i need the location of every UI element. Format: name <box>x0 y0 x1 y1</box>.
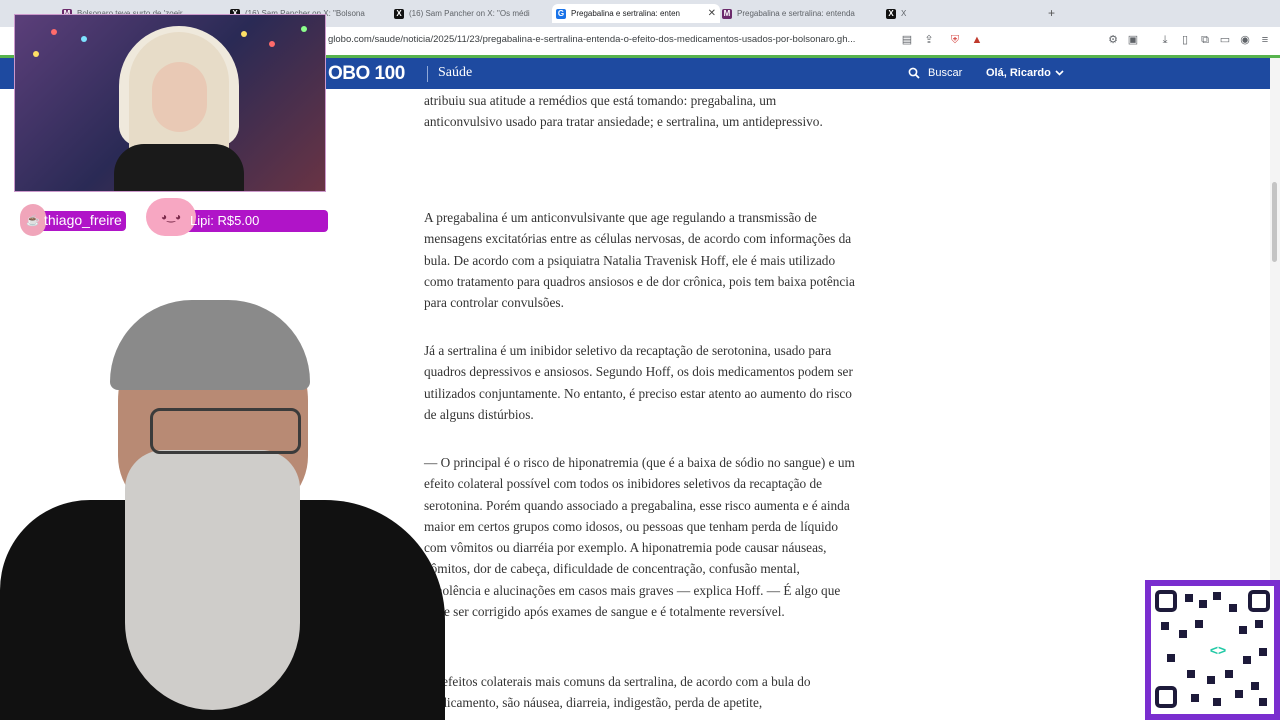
browser-tab[interactable]: X X <box>886 4 926 23</box>
search-icon <box>908 67 920 79</box>
article-paragraph: Os efeitos colaterais mais comuns da ser… <box>424 674 811 711</box>
scrollbar-thumb[interactable] <box>1272 182 1277 262</box>
wallet-icon[interactable]: ▭ <box>1218 33 1232 47</box>
url-field[interactable]: globo.com/saude/noticia/2025/11/23/prega… <box>328 34 855 45</box>
reader-icon[interactable]: ▤ <box>900 33 914 47</box>
screenshot-icon[interactable]: ⧉ <box>1198 33 1212 47</box>
webcam-overlay-host <box>0 300 445 720</box>
extensions-icon[interactable]: ⚙ <box>1106 33 1120 47</box>
alert-donation-text: Lipi: R$5.00 <box>190 213 260 228</box>
stream-alert-follower: ☕ thiago_freire <box>20 204 128 236</box>
share-icon[interactable]: ⇪ <box>922 33 936 47</box>
section-title[interactable]: Saúde <box>438 65 472 81</box>
search-label: Buscar <box>928 67 963 79</box>
browser-tab[interactable]: X (16) Sam Pancher on X: "Os médi <box>394 4 544 23</box>
user-menu[interactable]: Olá, Ricardo <box>986 67 1064 79</box>
code-brackets-icon: <> <box>1209 642 1227 658</box>
article-paragraph: — O principal é o risco de hiponatremia … <box>424 455 855 620</box>
tab-label: Pregabalina e sertralina: enten <box>571 9 680 18</box>
tab-label: (16) Sam Pancher on X: "Os médi <box>409 9 530 18</box>
alert-username: thiago_freire <box>44 212 122 228</box>
browser-tab[interactable]: M Pregabalina e sertralina: entenda <box>722 4 872 23</box>
mascot-icon: ◕‿◕ <box>146 198 196 236</box>
logo-divider <box>427 66 428 82</box>
qr-code: <> <box>1145 580 1280 720</box>
new-tab-button[interactable]: + <box>1048 6 1055 20</box>
close-tab-icon[interactable]: ✕ <box>704 8 716 19</box>
shield-icon[interactable]: ⛨ <box>948 33 962 47</box>
search-button[interactable]: Buscar <box>908 67 962 79</box>
tab-active[interactable]: G Pregabalina e sertralina: enten ✕ <box>552 4 720 23</box>
tab-label: Pregabalina e sertralina: entenda <box>737 9 855 18</box>
g-icon: G <box>556 8 566 19</box>
vpn-icon[interactable]: ◉ <box>1238 33 1252 47</box>
x-icon: X <box>394 8 404 19</box>
article-paragraph: Já a sertralina é um inibidor seletivo d… <box>424 343 853 422</box>
download-icon[interactable]: ⤓ <box>1158 33 1172 47</box>
article-paragraph: A pregabalina é um anticonvulsivante que… <box>424 210 855 311</box>
m-icon: M <box>722 8 732 19</box>
menu-icon[interactable]: ≡ <box>1258 33 1272 47</box>
cup-icon: ☕ <box>20 204 46 236</box>
webcam-overlay-cohost <box>14 14 326 192</box>
article-paragraph: atribuiu sua atitude a remédios que está… <box>424 93 823 130</box>
chevron-down-icon <box>1055 70 1064 76</box>
sidebar-icon[interactable]: ▯ <box>1178 33 1192 47</box>
x-icon: X <box>886 8 896 19</box>
window-icon[interactable]: ▣ <box>1126 33 1140 47</box>
tab-label: X <box>901 9 907 18</box>
warning-icon[interactable]: ▲ <box>970 33 984 47</box>
stream-alert-donation: ◕‿◕ Lipi: R$5.00 <box>146 198 330 238</box>
user-greeting: Olá, Ricardo <box>986 67 1051 79</box>
site-logo[interactable]: OBO 100 <box>328 63 405 85</box>
